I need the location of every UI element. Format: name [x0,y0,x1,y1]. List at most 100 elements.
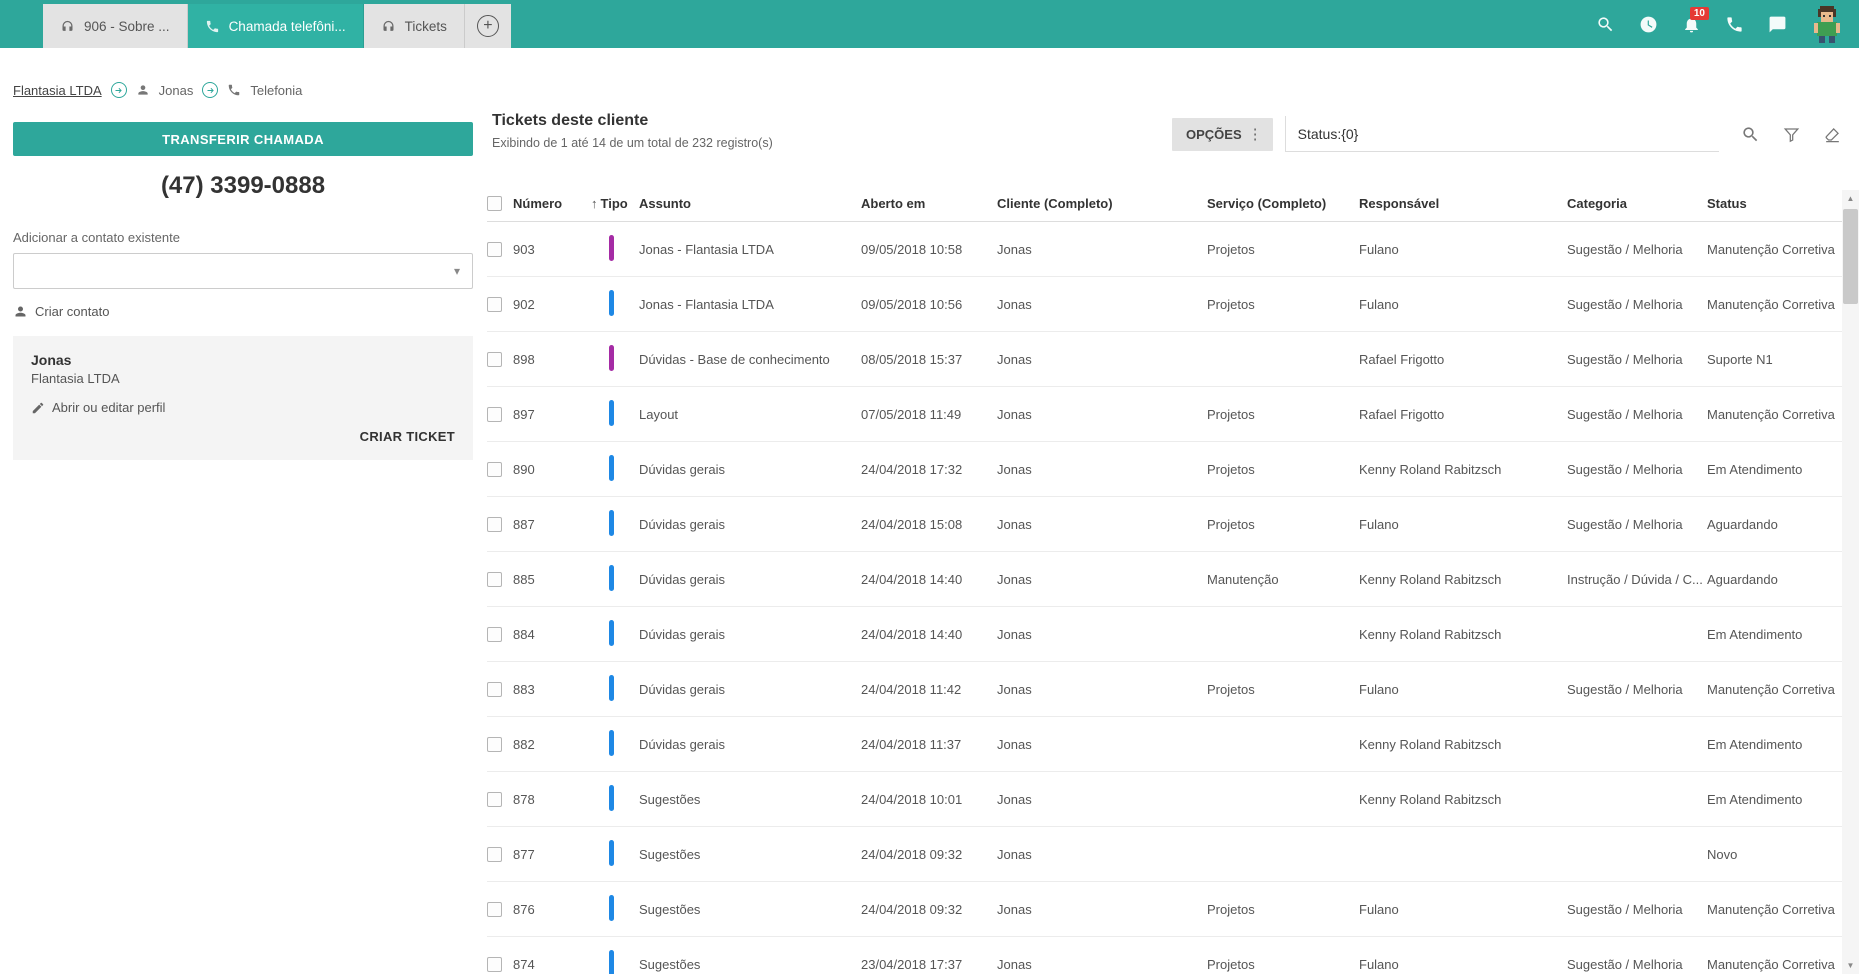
ticket-opened-at: 24/04/2018 09:32 [861,901,963,917]
ticket-subject: Sugestões [639,901,701,917]
column-header-cliente-completo-[interactable]: Cliente (Completo) [997,196,1207,211]
ticket-opened-at: 24/04/2018 11:37 [861,736,962,752]
transfer-call-button[interactable]: TRANSFERIR CHAMADA [13,122,473,156]
ticket-status: Manutenção Corretiva [1707,956,1835,972]
row-checkbox[interactable] [487,516,502,532]
edit-profile-label: Abrir ou editar perfil [52,400,166,415]
ticket-category: Instrução / Dúvida / C... [1567,571,1703,587]
ticket-subject: Dúvidas gerais [639,516,725,532]
ticket-client: Jonas [997,681,1032,697]
table-row[interactable]: 903 Jonas - Flantasia LTDA 09/05/2018 10… [487,222,1842,277]
ticket-subject: Jonas - Flantasia LTDA [639,296,774,312]
select-all-checkbox[interactable] [487,196,502,211]
ticket-subject: Jonas - Flantasia LTDA [639,241,774,257]
row-checkbox[interactable] [487,296,502,312]
scroll-up-icon[interactable]: ▲ [1842,190,1859,207]
row-checkbox[interactable] [487,791,502,807]
row-checkbox[interactable] [487,351,502,367]
ticket-number: 877 [513,846,535,862]
table-row[interactable]: 902 Jonas - Flantasia LTDA 09/05/2018 10… [487,277,1842,332]
ticket-service: Projetos [1207,406,1255,422]
breadcrumb-contact[interactable]: Jonas [159,83,194,98]
tickets-table: Número ↑ Tipo Assunto Aberto em Cliente (Comp… [487,186,1842,974]
table-row[interactable]: 882 Dúvidas gerais 24/04/2018 11:37 Jona… [487,717,1842,772]
create-ticket-button[interactable]: CRIAR TICKET [31,429,455,444]
table-row[interactable]: 876 Sugestões 24/04/2018 09:32 Jonas Pro… [487,882,1842,937]
ticket-service: Projetos [1207,516,1255,532]
table-row[interactable]: 898 Dúvidas - Base de conhecimento 08/05… [487,332,1842,387]
row-checkbox[interactable] [487,956,502,972]
ticket-type-bar [609,839,614,866]
user-avatar[interactable] [1811,5,1843,43]
chat-icon[interactable] [1768,15,1787,34]
breadcrumb-company[interactable]: Flantasia LTDA [13,83,102,98]
column-header-assunto[interactable]: Assunto [639,196,861,211]
clear-filter-icon[interactable] [1823,125,1842,144]
table-row[interactable]: 897 Layout 07/05/2018 11:49 Jonas Projet… [487,387,1842,442]
search-icon[interactable] [1741,125,1760,144]
column-header-respons-vel[interactable]: Responsável [1359,196,1567,211]
new-tab-button[interactable]: + [464,4,511,48]
ticket-responsible: Kenny Roland Rabitzsch [1359,461,1502,477]
row-checkbox[interactable] [487,571,502,587]
table-row[interactable]: 874 Sugestões 23/04/2018 17:37 Jonas Pro… [487,937,1842,974]
column-header-categoria[interactable]: Categoria [1567,196,1707,211]
header-tab[interactable]: Tickets [363,4,465,48]
contact-select[interactable]: ▾ [13,253,473,289]
history-icon[interactable] [1639,15,1658,34]
filter-input[interactable]: Status:{0} [1284,116,1719,152]
options-button[interactable]: OPÇÕES ⋮ [1172,117,1273,151]
ticket-opened-at: 24/04/2018 14:40 [861,626,963,642]
table-row[interactable]: 883 Dúvidas gerais 24/04/2018 11:42 Jona… [487,662,1842,717]
notification-badge: 10 [1689,6,1709,20]
header-tab[interactable]: 906 - Sobre ... [43,4,188,48]
table-row[interactable]: 884 Dúvidas gerais 24/04/2018 14:40 Jona… [487,607,1842,662]
column-header-tipo[interactable]: ↑ Tipo [591,196,639,211]
table-row[interactable]: 887 Dúvidas gerais 24/04/2018 15:08 Jona… [487,497,1842,552]
column-header-n-mero[interactable]: Número [513,196,591,211]
ticket-client: Jonas [997,571,1032,587]
column-header-aberto-em[interactable]: Aberto em [861,196,997,211]
phone-icon[interactable] [1725,15,1744,34]
row-checkbox[interactable] [487,241,502,257]
table-row[interactable]: 885 Dúvidas gerais 24/04/2018 14:40 Jona… [487,552,1842,607]
create-contact-link[interactable]: Criar contato [13,304,473,319]
column-header-status[interactable]: Status [1707,196,1842,211]
row-checkbox[interactable] [487,846,502,862]
row-checkbox[interactable] [487,461,502,477]
row-checkbox[interactable] [487,406,502,422]
table-row[interactable]: 890 Dúvidas gerais 24/04/2018 17:32 Jona… [487,442,1842,497]
column-header-servi-o-completo-[interactable]: Serviço (Completo) [1207,196,1359,211]
table-row[interactable]: 877 Sugestões 24/04/2018 09:32 Jonas Nov… [487,827,1842,882]
vertical-scrollbar[interactable]: ▲ ▼ [1842,190,1859,974]
ticket-type-bar [609,729,614,756]
ticket-client: Jonas [997,241,1032,257]
column-label: Cliente (Completo) [997,196,1113,211]
scrollbar-thumb[interactable] [1843,209,1858,304]
row-checkbox[interactable] [487,901,502,917]
tab-label: 906 - Sobre ... [84,18,170,34]
ticket-type-bar [609,234,614,261]
ticket-number: 882 [513,736,535,752]
ticket-responsible: Kenny Roland Rabitzsch [1359,736,1502,752]
table-header: Número ↑ Tipo Assunto Aberto em Cliente (Comp… [487,186,1842,222]
tab-label: Chamada telefôni... [228,18,346,34]
table-row[interactable]: 878 Sugestões 24/04/2018 10:01 Jonas Ken… [487,772,1842,827]
filter-icon[interactable] [1782,125,1801,144]
ticket-status: Em Atendimento [1707,461,1803,477]
ticket-service: Projetos [1207,296,1255,312]
header-tab[interactable]: Chamada telefôni... [187,4,364,48]
person-icon [136,83,150,97]
edit-profile-link[interactable]: Abrir ou editar perfil [31,400,455,415]
row-checkbox[interactable] [487,736,502,752]
column-label: Serviço (Completo) [1207,196,1327,211]
scroll-down-icon[interactable]: ▼ [1842,957,1859,974]
ticket-opened-at: 09/05/2018 10:56 [861,296,963,312]
row-checkbox[interactable] [487,626,502,642]
search-icon[interactable] [1596,15,1615,34]
ticket-subject: Sugestões [639,791,701,807]
column-label: Assunto [639,196,691,211]
row-checkbox[interactable] [487,681,502,697]
notifications-icon[interactable]: 10 [1682,6,1709,34]
ticket-service: Projetos [1207,461,1255,477]
